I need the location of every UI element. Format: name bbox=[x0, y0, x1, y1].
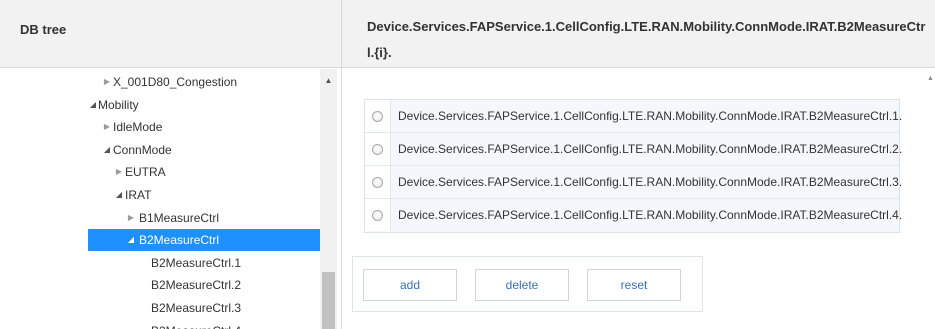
tree-node[interactable]: B2MeasureCtrl.3 bbox=[0, 297, 320, 319]
instance-radio[interactable] bbox=[372, 144, 383, 155]
tree-scrollbar[interactable]: ▲ bbox=[320, 69, 337, 329]
instance-row: Device.Services.FAPService.1.CellConfig.… bbox=[365, 100, 903, 133]
triangle-down-icon[interactable]: ◢ bbox=[114, 184, 124, 206]
instance-label: Device.Services.FAPService.1.CellConfig.… bbox=[398, 142, 903, 156]
triangle-right-icon[interactable]: ▶ bbox=[114, 161, 124, 183]
tree-node[interactable]: ▶ IdleMode bbox=[0, 116, 320, 138]
db-tree-panel: DB tree ▶ X_001D80_Congestion ◢ Mobility ▶ Id… bbox=[0, 0, 342, 329]
tree-node-label: B1MeasureCtrl bbox=[139, 210, 220, 225]
tree-node-label: EUTRA bbox=[125, 165, 166, 180]
right-scroll-up-icon[interactable]: ▲ bbox=[926, 75, 935, 85]
instance-radio[interactable] bbox=[372, 210, 383, 221]
instance-label: Device.Services.FAPService.1.CellConfig.… bbox=[398, 208, 903, 222]
instance-radio[interactable] bbox=[372, 177, 383, 188]
triangle-down-icon[interactable]: ◢ bbox=[88, 94, 98, 116]
triangle-down-icon[interactable]: ◢ bbox=[126, 229, 136, 251]
tree-node-label: B2MeasureCtrl.2 bbox=[151, 278, 242, 293]
db-tree-header: DB tree bbox=[0, 0, 341, 68]
tree-node[interactable]: ◢ ConnMode bbox=[0, 139, 320, 161]
instance-label: Device.Services.FAPService.1.CellConfig.… bbox=[398, 175, 903, 189]
delete-button[interactable]: delete bbox=[475, 269, 569, 301]
radio-cell bbox=[365, 133, 391, 165]
tree-node-label: Mobility bbox=[98, 97, 139, 112]
tree-node-label: ConnMode bbox=[113, 142, 172, 157]
action-button-bar: add delete reset bbox=[352, 256, 703, 312]
radio-cell bbox=[365, 166, 391, 198]
instance-row: Device.Services.FAPService.1.CellConfig.… bbox=[365, 166, 903, 199]
triangle-right-icon[interactable]: ▶ bbox=[126, 207, 136, 229]
tree-node[interactable]: ▶ EUTRA bbox=[0, 161, 320, 183]
radio-cell bbox=[365, 199, 391, 231]
instance-panel: Device.Services.FAPService.1.CellConfig.… bbox=[342, 0, 935, 329]
instance-row: Device.Services.FAPService.1.CellConfig.… bbox=[365, 133, 903, 166]
object-path-title: Device.Services.FAPService.1.CellConfig.… bbox=[367, 19, 926, 60]
tree-node-label: B2MeasureCtrl bbox=[139, 233, 220, 248]
tree-node[interactable]: ▶ B1MeasureCtrl bbox=[0, 207, 320, 229]
radio-cell bbox=[365, 100, 391, 132]
tree-node[interactable]: ◢ Mobility bbox=[0, 94, 320, 116]
instance-table: Device.Services.FAPService.1.CellConfig.… bbox=[364, 99, 903, 233]
instance-label: Device.Services.FAPService.1.CellConfig.… bbox=[398, 109, 903, 123]
instance-row: Device.Services.FAPService.1.CellConfig.… bbox=[365, 199, 903, 232]
instance-radio[interactable] bbox=[372, 111, 383, 122]
reset-button[interactable]: reset bbox=[587, 269, 681, 301]
db-tree-view: ▶ X_001D80_Congestion ◢ Mobility ▶ IdleMode ◢ C… bbox=[0, 69, 341, 329]
tree-node-label: B2MeasureCtrl.4 bbox=[151, 320, 241, 329]
tree-node-label: IdleMode bbox=[113, 120, 163, 135]
triangle-right-icon[interactable]: ▶ bbox=[102, 71, 112, 93]
tree-node-label: X_001D80_Congestion bbox=[113, 75, 238, 89]
tree-node[interactable]: B2MeasureCtrl.1 bbox=[0, 252, 320, 274]
triangle-right-icon[interactable]: ▶ bbox=[102, 116, 112, 138]
db-tree-title: DB tree bbox=[20, 22, 67, 37]
tree-node[interactable]: B2MeasureCtrl.2 bbox=[0, 274, 320, 296]
tree-node[interactable]: ◢ B2MeasureCtrl bbox=[88, 229, 320, 252]
tree-node[interactable]: ◢ IRAT bbox=[0, 184, 320, 206]
tree-node-label: IRAT bbox=[125, 188, 152, 202]
instance-header: Device.Services.FAPService.1.CellConfig.… bbox=[342, 0, 935, 68]
tree-node-label: B2MeasureCtrl.1 bbox=[151, 255, 242, 270]
scroll-up-arrow-icon[interactable]: ▲ bbox=[320, 75, 337, 87]
triangle-down-icon[interactable]: ◢ bbox=[102, 139, 112, 161]
tree-node-label: B2MeasureCtrl.3 bbox=[151, 301, 242, 315]
tree-list: ▶ X_001D80_Congestion ◢ Mobility ▶ IdleMode ◢ C… bbox=[0, 69, 320, 329]
add-button[interactable]: add bbox=[363, 269, 457, 301]
tree-node[interactable]: B2MeasureCtrl.4 bbox=[0, 320, 320, 329]
tree-scrollbar-thumb[interactable] bbox=[322, 272, 335, 329]
tree-node[interactable]: ▶ X_001D80_Congestion bbox=[0, 71, 320, 93]
